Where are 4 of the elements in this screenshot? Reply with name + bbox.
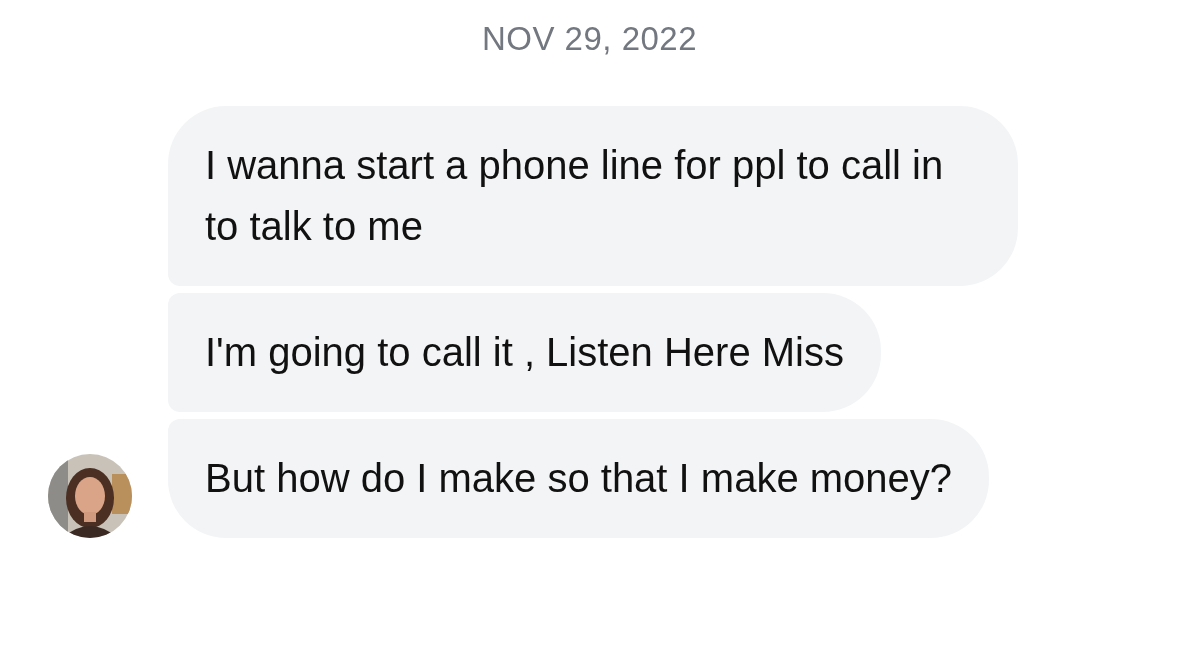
message-bubble: But how do I make so that I make money?	[168, 419, 990, 538]
message-bubble: I'm going to call it , Listen Here Miss	[168, 293, 881, 412]
message-bubble: I wanna start a phone line for ppl to call in to talk to me	[168, 106, 1018, 286]
date-header: NOV 29, 2022	[481, 20, 698, 58]
